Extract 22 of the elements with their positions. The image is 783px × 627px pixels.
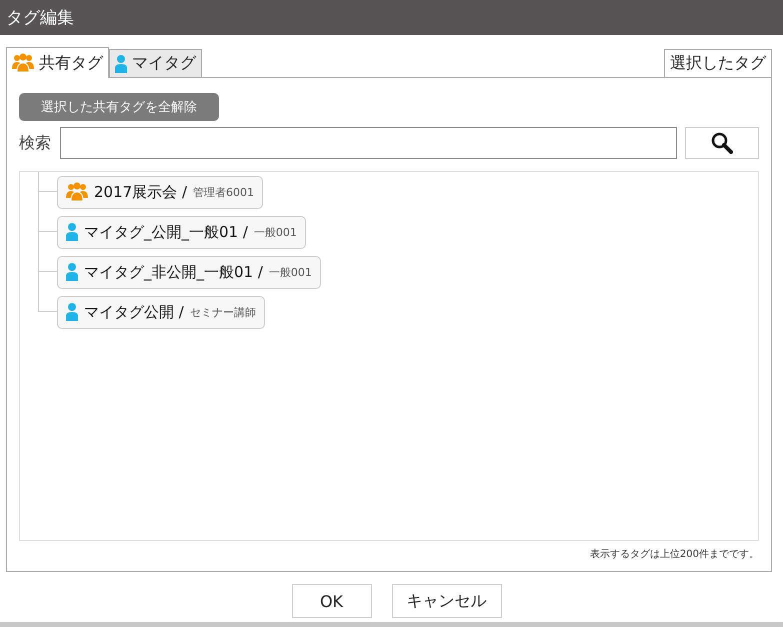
people-icon	[12, 53, 34, 73]
search-label: 検索	[19, 132, 52, 154]
dialog-button[interactable]: キャンセル	[392, 584, 502, 618]
clear-all-button[interactable]: 選択した共有タグを全解除	[19, 93, 219, 121]
person-icon	[66, 223, 78, 241]
search-button[interactable]	[685, 127, 759, 159]
tag-chip[interactable]: マイタグ_公開_一般01 / 一般001	[57, 216, 306, 248]
selected-tags-tab[interactable]: 選択したタグ	[664, 49, 772, 77]
tab[interactable]: 共有タグ	[6, 47, 109, 78]
tag-chip[interactable]: マイタグ_非公開_一般01 / 一般001	[57, 256, 321, 288]
tab[interactable]: マイタグ	[109, 49, 202, 77]
tag-chip[interactable]: マイタグ公開 / セミナー講師	[57, 296, 265, 328]
person-icon	[115, 54, 127, 72]
limit-note: 表示するタグは上位200件までです。	[590, 548, 759, 561]
dialog-button[interactable]: OK	[292, 584, 372, 618]
window-title: タグ編集	[6, 7, 74, 29]
tag-chip[interactable]: 2017展示会 / 管理者6001	[57, 176, 263, 208]
search-field[interactable]	[60, 127, 677, 159]
people-icon	[66, 182, 88, 202]
search-icon	[711, 132, 733, 154]
person-icon	[66, 303, 78, 321]
person-icon	[66, 263, 78, 281]
